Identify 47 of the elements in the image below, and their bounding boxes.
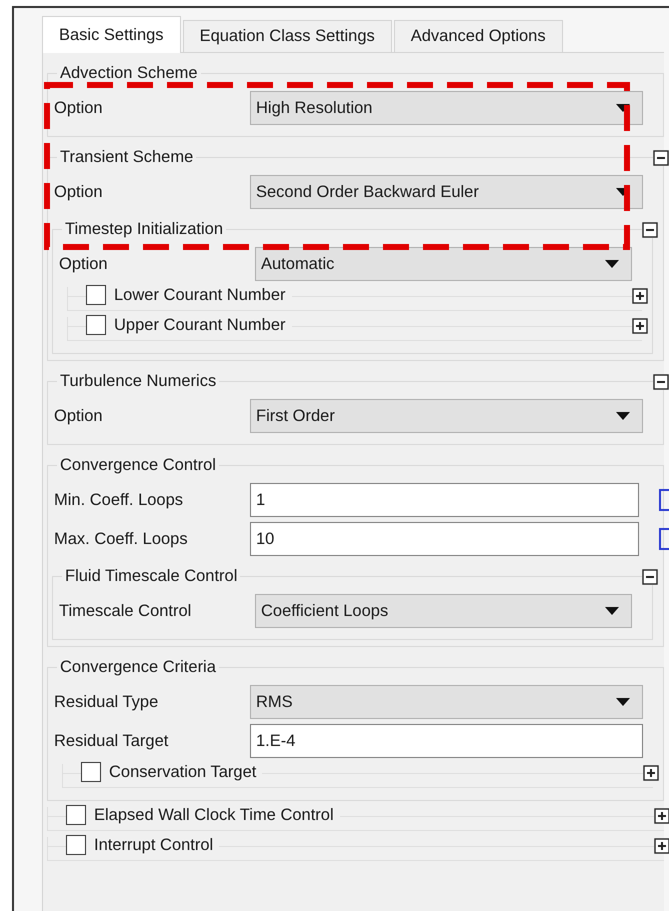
- checkbox[interactable]: [86, 285, 106, 306]
- option-title: Lower Courant Number: [114, 285, 286, 306]
- caret-icon: [616, 698, 630, 706]
- field-label: Option: [53, 406, 104, 427]
- collapse-icon[interactable]: [642, 222, 658, 238]
- tab[interactable]: Advanced Options: [394, 20, 563, 52]
- field-label: Min. Coeff. Loops: [53, 490, 184, 511]
- dropdown[interactable]: Automatic: [255, 247, 632, 281]
- input-field[interactable]: 1: [250, 483, 639, 517]
- caret-icon: [605, 607, 619, 615]
- option-title: Upper Courant Number: [114, 315, 286, 336]
- expand-icon[interactable]: [654, 808, 669, 824]
- caret-icon: [616, 412, 630, 420]
- tab[interactable]: Equation Class Settings: [182, 20, 392, 52]
- dropdown[interactable]: RMS: [250, 685, 643, 719]
- dropdown[interactable]: Coefficient Loops: [255, 594, 632, 628]
- tab[interactable]: Basic Settings: [42, 16, 181, 53]
- field-label: Max. Coeff. Loops: [53, 528, 189, 550]
- dropdown[interactable]: First Order: [250, 399, 643, 433]
- field-label: Option: [53, 182, 104, 203]
- field-label: Residual Target: [53, 730, 170, 752]
- dropdown[interactable]: Second Order Backward Euler: [250, 175, 643, 209]
- option-title: Conservation Target: [109, 762, 256, 783]
- field-label: Timescale Control: [58, 600, 192, 622]
- checkbox[interactable]: [81, 762, 101, 782]
- checkbox[interactable]: [66, 835, 86, 856]
- caret-icon: [605, 260, 619, 268]
- expand-icon[interactable]: [632, 288, 648, 304]
- expand-icon[interactable]: [643, 765, 659, 781]
- collapse-icon[interactable]: [653, 374, 669, 390]
- input-field[interactable]: 10: [250, 522, 639, 556]
- field-label: Option: [58, 254, 109, 275]
- dropdown[interactable]: High Resolution: [250, 91, 643, 125]
- side-button[interactable]: [659, 528, 669, 550]
- caret-icon: [616, 104, 630, 112]
- input-field[interactable]: 1.E-4: [250, 724, 643, 758]
- option-title: Interrupt Control: [94, 835, 214, 856]
- field-label: Option: [53, 98, 104, 119]
- option-title: Elapsed Wall Clock Time Control: [94, 805, 334, 826]
- checkbox[interactable]: [66, 805, 86, 826]
- expand-icon[interactable]: [632, 318, 648, 334]
- collapse-icon[interactable]: [642, 569, 658, 585]
- side-button[interactable]: [659, 489, 669, 511]
- collapse-icon[interactable]: [653, 150, 669, 166]
- expand-icon[interactable]: [654, 838, 669, 854]
- checkbox[interactable]: [86, 315, 106, 336]
- field-label: Residual Type: [53, 692, 160, 713]
